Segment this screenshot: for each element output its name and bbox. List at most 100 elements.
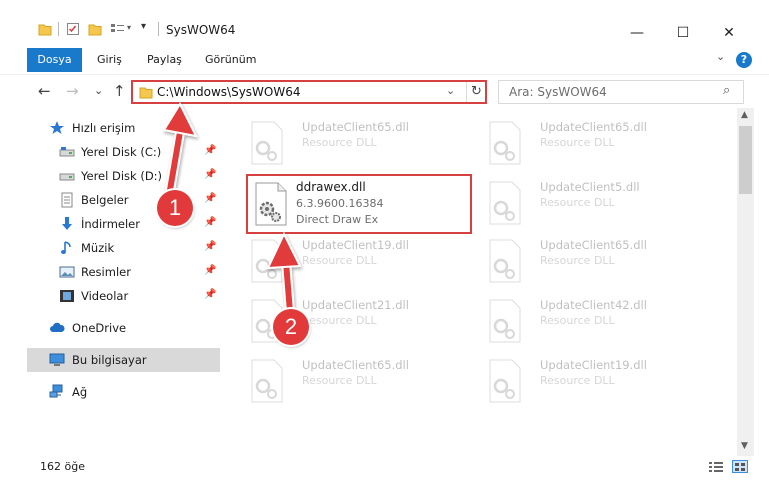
view-dropdown-icon[interactable]: ▾ xyxy=(127,23,131,32)
sidebar-item-label: İndirmeler xyxy=(81,217,140,231)
file-name: UpdateClient21.dll xyxy=(302,298,409,312)
pin-icon[interactable]: 📌 xyxy=(204,193,216,204)
file-item[interactable]: UpdateClient65.dll Resource DLL xyxy=(476,114,704,172)
sidebar-item-label: Hızlı erişim xyxy=(72,121,136,135)
file-name: UpdateClient65.dll xyxy=(302,120,409,134)
pin-icon[interactable]: 📌 xyxy=(204,145,216,156)
new-folder-icon[interactable] xyxy=(88,22,102,36)
sidebar-item-videos[interactable]: Videolar 📌 xyxy=(27,284,220,308)
sidebar-item-drive-c[interactable]: Yerel Disk (C:) 📌 xyxy=(27,140,220,164)
file-type: Resource DLL xyxy=(302,314,377,327)
window-title: SysWOW64 xyxy=(166,23,236,37)
sidebar-item-quick-access[interactable]: Hızlı erişim xyxy=(27,116,220,140)
scrollbar-thumb[interactable] xyxy=(739,126,752,194)
forward-button[interactable]: → xyxy=(66,82,79,100)
sidebar-item-this-pc[interactable]: Bu bilgisayar xyxy=(27,348,220,372)
title-bar: ▾ ▾ SysWOW64 — ☐ ✕ xyxy=(0,0,769,48)
maximize-button[interactable]: ☐ xyxy=(660,18,706,48)
file-item[interactable]: UpdateClient19.dll Resource DLL xyxy=(238,232,466,290)
close-button[interactable]: ✕ xyxy=(706,18,752,48)
sidebar-item-onedrive[interactable]: OneDrive xyxy=(27,316,220,340)
file-item[interactable]: UpdateClient21.dll Resource DLL xyxy=(238,292,466,350)
file-list: UpdateClient65.dll Resource DLL UpdateCl… xyxy=(232,108,737,456)
dll-file-icon xyxy=(255,182,287,226)
minimize-button[interactable]: — xyxy=(614,18,660,48)
dll-file-icon xyxy=(251,239,283,283)
item-count: 162 öğe xyxy=(40,460,85,473)
sidebar-item-network[interactable]: Ağ xyxy=(27,380,220,404)
file-type: Resource DLL xyxy=(540,196,615,209)
scroll-up-icon[interactable]: ▲ xyxy=(741,110,748,120)
sidebar-item-drive-d[interactable]: Yerel Disk (D:) 📌 xyxy=(27,164,220,188)
customize-toolbar-icon[interactable]: ▾ xyxy=(141,21,146,32)
up-button[interactable]: ↑ xyxy=(113,82,126,100)
view-options-icon[interactable] xyxy=(110,22,126,36)
file-type: Resource DLL xyxy=(302,374,377,387)
address-dropdown-icon[interactable]: ⌄ xyxy=(446,84,455,97)
file-version: 6.3.9600.16384 xyxy=(296,197,384,210)
window-edge xyxy=(754,108,769,456)
music-icon xyxy=(61,241,71,254)
pin-icon[interactable]: 📌 xyxy=(204,217,216,228)
file-item[interactable]: UpdateClient19.dll Resource DLL xyxy=(476,352,704,410)
sidebar-item-label: Müzik xyxy=(81,241,115,255)
file-item[interactable]: UpdateClient65.dll Resource DLL xyxy=(476,232,704,290)
pin-icon[interactable]: 📌 xyxy=(204,169,216,180)
status-bar: 162 öğe xyxy=(0,456,769,478)
computer-icon xyxy=(49,353,65,366)
sidebar-item-label: Yerel Disk (D:) xyxy=(81,169,163,183)
sidebar-item-music[interactable]: Müzik 📌 xyxy=(27,236,220,260)
drive-icon xyxy=(59,147,75,157)
search-input[interactable]: Ara: SysWOW64 ⌕ xyxy=(498,80,744,104)
pin-icon[interactable]: 📌 xyxy=(204,265,216,276)
picture-icon xyxy=(59,266,75,278)
properties-icon[interactable] xyxy=(66,22,80,36)
help-icon[interactable]: ? xyxy=(736,52,752,68)
file-item[interactable]: UpdateClient65.dll Resource DLL xyxy=(238,114,466,172)
sidebar-item-label: Yerel Disk (C:) xyxy=(81,145,162,159)
pin-icon[interactable]: 📌 xyxy=(204,241,216,252)
dll-file-icon xyxy=(251,359,283,403)
large-icons-view-icon[interactable] xyxy=(732,460,748,473)
minimize-icon: — xyxy=(630,25,644,41)
back-button[interactable]: ← xyxy=(38,82,51,100)
file-type: Resource DLL xyxy=(540,254,615,267)
sidebar-item-pictures[interactable]: Resimler 📌 xyxy=(27,260,220,284)
tab-file[interactable]: Dosya xyxy=(27,48,82,72)
expand-ribbon-icon[interactable]: ⌄ xyxy=(716,50,725,63)
file-item[interactable]: UpdateClient42.dll Resource DLL xyxy=(476,292,704,350)
close-icon: ✕ xyxy=(723,25,735,41)
pin-icon[interactable]: 📌 xyxy=(204,289,216,300)
cloud-icon xyxy=(50,322,65,332)
file-item[interactable]: UpdateClient5.dll Resource DLL xyxy=(476,174,704,232)
scroll-down-icon[interactable]: ▼ xyxy=(741,441,748,451)
highlighted-file-item[interactable]: ddrawex.dll 6.3.9600.16384 Direct Draw E… xyxy=(246,174,472,234)
search-placeholder: Ara: SysWOW64 xyxy=(509,85,607,99)
file-name: UpdateClient19.dll xyxy=(540,358,647,372)
download-icon xyxy=(62,217,72,230)
navigation-pane: Hızlı erişim Yerel Disk (C:) 📌 Yerel Dis… xyxy=(27,108,220,456)
tab-share[interactable]: Paylaş xyxy=(137,48,192,72)
vertical-scrollbar[interactable]: ▲ ▼ xyxy=(737,108,754,456)
file-type: Resource DLL xyxy=(302,254,377,267)
address-path: C:\Windows\SysWOW64 xyxy=(157,85,301,99)
tab-view[interactable]: Görünüm xyxy=(195,48,266,72)
maximize-icon: ☐ xyxy=(676,25,690,41)
dll-file-icon xyxy=(251,121,283,165)
details-view-icon[interactable] xyxy=(708,460,724,473)
toolbar-separator xyxy=(58,22,59,36)
refresh-button[interactable]: ↻ xyxy=(466,82,486,102)
sidebar-item-label: Resimler xyxy=(81,265,131,279)
recent-locations-button[interactable]: ⌄ xyxy=(94,84,103,97)
file-name: UpdateClient65.dll xyxy=(540,238,647,252)
file-name: UpdateClient42.dll xyxy=(540,298,647,312)
dll-file-icon xyxy=(489,121,521,165)
title-separator xyxy=(158,22,159,36)
file-type: Resource DLL xyxy=(540,314,615,327)
file-name: UpdateClient65.dll xyxy=(302,358,409,372)
address-bar[interactable]: C:\Windows\SysWOW64 ⌄ ↻ xyxy=(131,80,487,104)
sidebar-item-label: Ağ xyxy=(72,385,88,399)
step-2-badge: 2 xyxy=(273,309,309,345)
tab-home[interactable]: Giriş xyxy=(87,48,132,72)
file-item[interactable]: UpdateClient65.dll Resource DLL xyxy=(238,352,466,410)
